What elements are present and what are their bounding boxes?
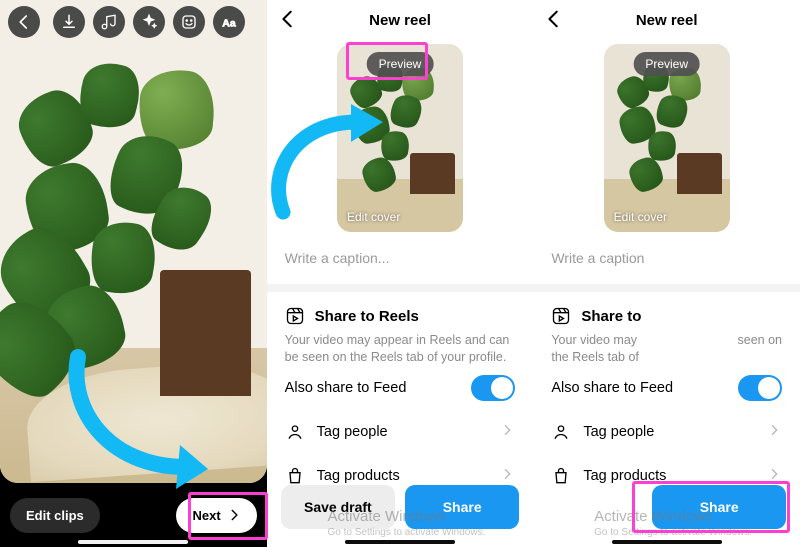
- chevron-right-icon: [766, 422, 782, 442]
- tag-people-row[interactable]: Tag people: [551, 410, 782, 454]
- bag-icon: [551, 466, 571, 486]
- also-share-feed-row: Also share to Feed: [285, 366, 516, 410]
- back-icon[interactable]: [543, 8, 565, 34]
- share-button[interactable]: Share: [652, 485, 786, 529]
- editor-bottombar: Edit clips Next: [0, 483, 267, 547]
- header-title: New reel: [369, 12, 431, 29]
- also-share-toggle[interactable]: [738, 375, 782, 401]
- back-icon[interactable]: [277, 8, 299, 34]
- header: New reel: [267, 0, 534, 40]
- home-indicator: [78, 540, 188, 544]
- tag-products-label: Tag products: [583, 468, 666, 484]
- reels-icon: [285, 306, 305, 326]
- share-to-reels-sub: Your video may appear in Reels and can b…: [285, 332, 516, 366]
- tag-people-label: Tag people: [583, 424, 654, 440]
- chevron-right-icon: [499, 422, 515, 442]
- svg-text:Aa: Aa: [223, 18, 237, 30]
- editor-topbar: Aa: [0, 6, 267, 38]
- tag-products-label: Tag products: [317, 468, 400, 484]
- music-icon[interactable]: [93, 6, 125, 38]
- share-to-sub: Your video may seen on: [551, 332, 782, 349]
- home-indicator: [345, 540, 455, 544]
- share-label: Share: [700, 499, 739, 515]
- screen-new-reel-b: New reel Preview Edit cover Write a capt…: [533, 0, 800, 547]
- also-share-feed-row: Also share to Feed: [551, 366, 782, 410]
- reels-icon: [551, 306, 571, 326]
- tag-people-row[interactable]: Tag people: [285, 410, 516, 454]
- caption-input[interactable]: Write a caption: [551, 250, 782, 266]
- sticker-icon[interactable]: [173, 6, 205, 38]
- share-to-header: Share to: [551, 306, 782, 326]
- share-to-sub2: the Reels tab of: [551, 349, 782, 366]
- next-label: Next: [192, 508, 220, 523]
- divider: [267, 284, 534, 292]
- preview-label: Preview: [379, 57, 422, 71]
- chevron-right-icon: [499, 466, 515, 486]
- person-icon: [551, 422, 571, 442]
- header: New reel: [533, 0, 800, 40]
- action-buttons: Save draft Share: [267, 485, 534, 529]
- save-draft-button[interactable]: Save draft: [281, 485, 395, 529]
- screen-editor: Aa Edit clips Next: [0, 0, 267, 547]
- share-to-reels-header: Share to Reels: [285, 306, 516, 326]
- share-to-label: Share to: [581, 308, 641, 325]
- action-buttons: Share: [533, 485, 800, 529]
- caption-input[interactable]: Write a caption...: [285, 250, 516, 266]
- share-to-reels-label: Share to Reels: [315, 308, 419, 325]
- edit-clips-label: Edit clips: [26, 508, 84, 523]
- caption-placeholder: Write a caption...: [285, 250, 390, 266]
- also-share-label: Also share to Feed: [551, 380, 673, 396]
- cover-thumbnail[interactable]: Preview Edit cover: [604, 44, 730, 232]
- share-label: Share: [443, 499, 482, 515]
- header-title: New reel: [636, 12, 698, 29]
- divider: [533, 284, 800, 292]
- person-icon: [285, 422, 305, 442]
- preview-label: Preview: [645, 57, 688, 71]
- screen-new-reel-a: New reel Preview Edit cover: [267, 0, 534, 547]
- share-button[interactable]: Share: [405, 485, 519, 529]
- home-indicator: [612, 540, 722, 544]
- save-draft-label: Save draft: [304, 499, 372, 515]
- back-icon[interactable]: [8, 6, 40, 38]
- also-share-label: Also share to Feed: [285, 380, 407, 396]
- annotation-arrow-next: [58, 339, 228, 489]
- tag-people-label: Tag people: [317, 424, 388, 440]
- annotation-arrow-preview: [267, 102, 395, 222]
- effects-icon[interactable]: [133, 6, 165, 38]
- caption-placeholder: Write a caption: [551, 250, 644, 266]
- preview-button[interactable]: Preview: [367, 52, 434, 76]
- chevron-right-icon: [227, 508, 241, 522]
- edit-cover-label: Edit cover: [614, 210, 667, 224]
- edit-clips-button[interactable]: Edit clips: [10, 498, 100, 533]
- chevron-right-icon: [766, 466, 782, 486]
- preview-button[interactable]: Preview: [633, 52, 700, 76]
- edit-cover-button[interactable]: Edit cover: [614, 210, 667, 224]
- also-share-toggle[interactable]: [471, 375, 515, 401]
- text-icon[interactable]: Aa: [213, 6, 245, 38]
- next-button[interactable]: Next: [176, 498, 256, 533]
- download-icon[interactable]: [53, 6, 85, 38]
- bag-icon: [285, 466, 305, 486]
